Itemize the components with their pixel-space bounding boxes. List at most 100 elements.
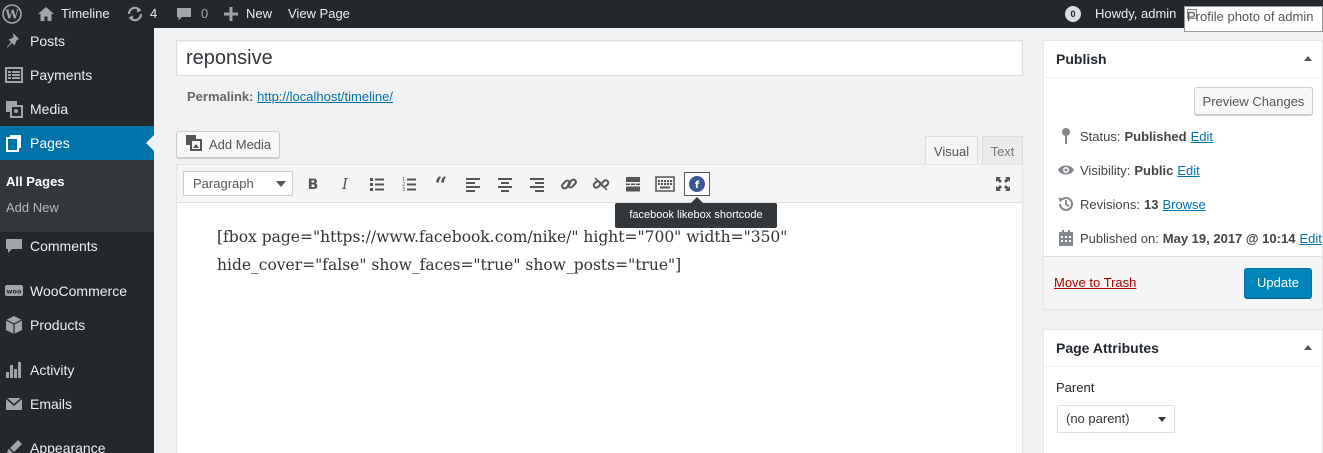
status-edit-link[interactable]: Edit bbox=[1191, 129, 1213, 144]
toolbar-toggle-button[interactable] bbox=[652, 172, 678, 196]
sidebar-item-label: WooCommerce bbox=[30, 283, 127, 299]
visibility-row: Visibility: Public Edit bbox=[1056, 160, 1200, 180]
read-more-button[interactable] bbox=[620, 172, 646, 196]
sidebar-item-emails[interactable]: Emails bbox=[0, 387, 154, 421]
align-right-button[interactable] bbox=[524, 172, 550, 196]
insert-link-button[interactable] bbox=[556, 172, 582, 196]
bullet-list-button[interactable] bbox=[364, 172, 390, 196]
numbered-list-button[interactable]: 123 bbox=[396, 172, 422, 196]
sidebar-item-label: Emails bbox=[30, 396, 73, 412]
eye-icon bbox=[1056, 160, 1076, 180]
admin-bar: W Timeline 4 0 New View Page 0 Howdy, ad… bbox=[0, 0, 1323, 28]
notification-badge[interactable]: 0 bbox=[1065, 0, 1081, 28]
published-on-row: Published on: May 19, 2017 @ 10:14 Edit bbox=[1056, 228, 1322, 248]
preview-changes-button[interactable]: Preview Changes bbox=[1194, 87, 1313, 115]
align-center-button[interactable] bbox=[492, 172, 518, 196]
sidebar-item-label: Activity bbox=[30, 362, 75, 378]
content-line: [fbox page="https://www.facebook.com/nik… bbox=[217, 228, 788, 246]
pages-submenu: All Pages Add New bbox=[0, 160, 154, 232]
permalink-label: Permalink: bbox=[187, 89, 254, 104]
permalink-link[interactable]: http://localhost/timeline/ bbox=[257, 89, 393, 104]
media-icon bbox=[185, 134, 203, 155]
chevron-down-icon bbox=[1158, 417, 1166, 422]
new-label: New bbox=[246, 6, 273, 21]
avatar-alt-text: Profile photo of admin bbox=[1187, 9, 1314, 24]
sidebar-item-payments[interactable]: Payments bbox=[0, 58, 154, 92]
sidebar-item-media[interactable]: Media bbox=[0, 92, 154, 126]
page-attributes-title: Page Attributes bbox=[1056, 340, 1159, 356]
sidebar-item-comments[interactable]: Comments bbox=[0, 229, 154, 263]
media-icon bbox=[4, 99, 24, 119]
sidebar-item-label: Pages bbox=[30, 135, 70, 151]
visibility-value: Public bbox=[1134, 162, 1174, 178]
permalink-row: Permalink: http://localhost/timeline/ bbox=[187, 89, 393, 104]
parent-select[interactable]: (no parent) bbox=[1057, 405, 1175, 433]
submenu-add-new[interactable]: Add New bbox=[6, 198, 59, 218]
post-title-input[interactable]: reponsive bbox=[176, 40, 1023, 76]
revisions-browse-link[interactable]: Browse bbox=[1162, 197, 1205, 212]
sidebar-item-appearance[interactable]: Appearance bbox=[0, 431, 154, 453]
fullscreen-icon[interactable] bbox=[990, 172, 1016, 196]
remove-link-button[interactable] bbox=[588, 172, 614, 196]
collapse-toggle-icon[interactable] bbox=[1304, 56, 1312, 61]
comment-icon bbox=[176, 6, 192, 22]
submenu-all-pages[interactable]: All Pages bbox=[6, 172, 65, 192]
sidebar-item-label: Posts bbox=[30, 33, 66, 49]
sidebar-item-products[interactable]: Products bbox=[0, 308, 154, 342]
avatar[interactable]: Profile photo of admin bbox=[1184, 6, 1323, 32]
sidebar-item-activity[interactable]: Activity bbox=[0, 353, 154, 387]
sidebar-item-label: Comments bbox=[30, 238, 98, 254]
format-select-value: Paragraph bbox=[193, 176, 254, 191]
new-content-link[interactable]: New bbox=[224, 0, 272, 28]
brush-icon bbox=[4, 438, 24, 453]
mail-icon bbox=[4, 394, 24, 414]
activity-icon bbox=[4, 360, 24, 380]
pushpin-icon bbox=[4, 31, 24, 51]
comment-icon bbox=[4, 236, 24, 256]
align-left-button[interactable] bbox=[460, 172, 486, 196]
revisions-row: Revisions: 13 Browse bbox=[1056, 194, 1206, 214]
comments-count: 0 bbox=[201, 6, 209, 21]
revisions-label: Revisions: bbox=[1080, 196, 1140, 212]
revisions-value: 13 bbox=[1143, 196, 1159, 212]
visibility-label: Visibility: bbox=[1080, 162, 1131, 178]
format-select[interactable]: Paragraph bbox=[183, 171, 293, 196]
chevron-down-icon bbox=[276, 181, 286, 187]
blockquote-button[interactable]: “ bbox=[428, 172, 454, 196]
tooltip: facebook likebox shortcode bbox=[615, 197, 777, 228]
publish-actions: Move to Trash Update bbox=[1044, 256, 1322, 309]
status-row: Status: Published Edit bbox=[1056, 126, 1213, 146]
sidebar-item-label: Appearance bbox=[30, 440, 106, 453]
tab-text[interactable]: Text bbox=[982, 136, 1023, 165]
add-media-button[interactable]: Add Media bbox=[176, 131, 280, 158]
published-on-edit-link[interactable]: Edit bbox=[1299, 231, 1321, 246]
plus-icon bbox=[224, 7, 238, 21]
sidebar-item-label: Products bbox=[30, 317, 86, 333]
divider bbox=[1044, 366, 1322, 367]
visibility-edit-link[interactable]: Edit bbox=[1177, 163, 1199, 178]
comments-link[interactable]: 0 bbox=[176, 0, 208, 28]
facebook-likebox-button[interactable]: f bbox=[684, 172, 710, 196]
sidebar-item-posts[interactable]: Posts bbox=[0, 24, 154, 58]
sidebar-item-pages[interactable]: Pages bbox=[0, 126, 154, 160]
bold-button[interactable]: B bbox=[300, 172, 326, 196]
pages-icon bbox=[4, 133, 24, 153]
view-page-link[interactable]: View Page bbox=[288, 0, 350, 28]
italic-button[interactable]: I bbox=[332, 172, 358, 196]
woocommerce-icon: woo bbox=[4, 281, 24, 301]
published-on-label: Published on: bbox=[1080, 230, 1159, 246]
howdy-user-link[interactable]: Howdy, admin bbox=[1095, 0, 1176, 28]
move-to-trash-link[interactable]: Move to Trash bbox=[1054, 275, 1136, 290]
page-attributes-box: Page Attributes Parent (no parent) bbox=[1043, 329, 1323, 453]
sidebar-item-label: Media bbox=[30, 101, 69, 117]
update-button[interactable]: Update bbox=[1244, 268, 1312, 298]
publish-box: Publish Preview Changes Status: Publishe… bbox=[1043, 40, 1323, 310]
tab-visual[interactable]: Visual bbox=[925, 136, 978, 165]
sidebar-item-woocommerce[interactable]: woo WooCommerce bbox=[0, 274, 154, 308]
svg-text:woo: woo bbox=[7, 288, 22, 296]
add-media-label: Add Media bbox=[209, 137, 272, 152]
content-editor[interactable]: Paragraph B I 123 “ f [fbox page="https:… bbox=[176, 164, 1023, 453]
collapse-toggle-icon[interactable] bbox=[1304, 345, 1312, 350]
home-icon bbox=[37, 6, 55, 22]
calendar-icon bbox=[1056, 228, 1076, 248]
